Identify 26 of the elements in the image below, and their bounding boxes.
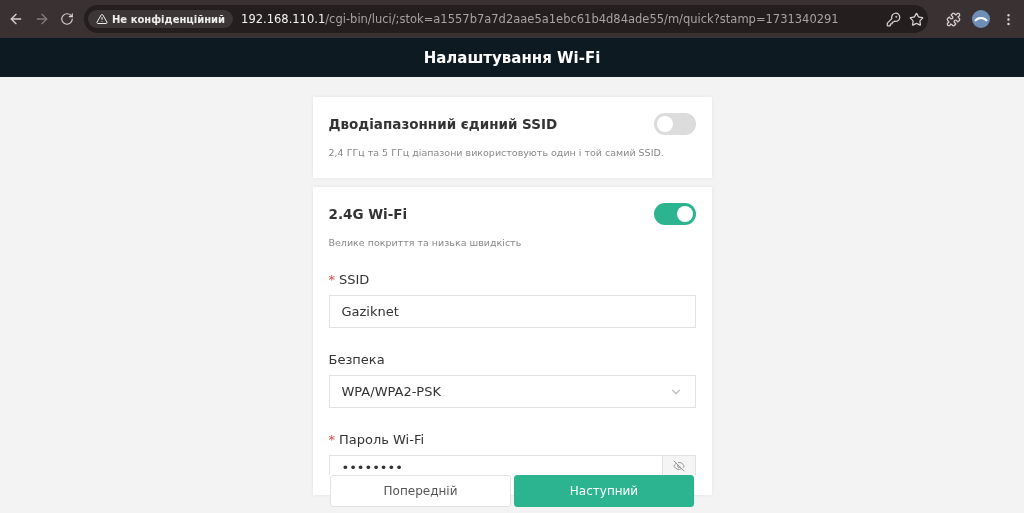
select-field[interactable]: WPA/WPA2-PSK (328, 375, 696, 408)
profile-avatar-icon[interactable] (971, 9, 991, 29)
back-icon[interactable] (8, 11, 24, 27)
card-description: 2,4 ГГц та 5 ГГц діапазони використовують один і той самий SSID. (328, 147, 665, 158)
required-mark: * (328, 272, 335, 287)
forward-icon[interactable] (34, 11, 50, 27)
field-label: Пароль Wi-Fi (339, 432, 425, 447)
toggle-switch[interactable] (653, 113, 696, 135)
input-field[interactable]: Gaziknet (328, 295, 696, 328)
reload-icon[interactable] (60, 12, 74, 26)
field-label: SSID (339, 272, 370, 287)
url-text: 192.168.110.1/cgi-bin/luci/;stok=a1557b7a7d2aae5a1ebc61b4d84ade55/m/quick?stamp=1731340291 (241, 12, 840, 26)
card-title: 2.4G Wi-Fi (328, 206, 408, 222)
field-label: Безпека (328, 352, 385, 367)
security-chip[interactable]: Не конфіденційний (88, 10, 234, 28)
key-icon[interactable] (886, 11, 901, 27)
bookmark-star-icon[interactable] (909, 11, 924, 27)
extensions-icon[interactable] (946, 11, 961, 27)
warning-icon (96, 13, 108, 25)
toggle-switch[interactable] (653, 203, 696, 225)
card-description: Велике покриття та низька швидкість (328, 237, 523, 248)
page-title: Налаштування Wi-Fi (423, 48, 601, 67)
required-mark: * (328, 432, 335, 447)
card-title: Дводіапазонний єдиний SSID (328, 116, 558, 132)
address-bar[interactable]: Не конфіденційний 192.168.110.1/cgi-bin/luci/;stok=a1557b7a7d2aae5a1ebc61b4d84ade55/m/quick?stamp=1731340291 (84, 5, 928, 33)
previous-button[interactable]: Попередній (330, 475, 511, 507)
